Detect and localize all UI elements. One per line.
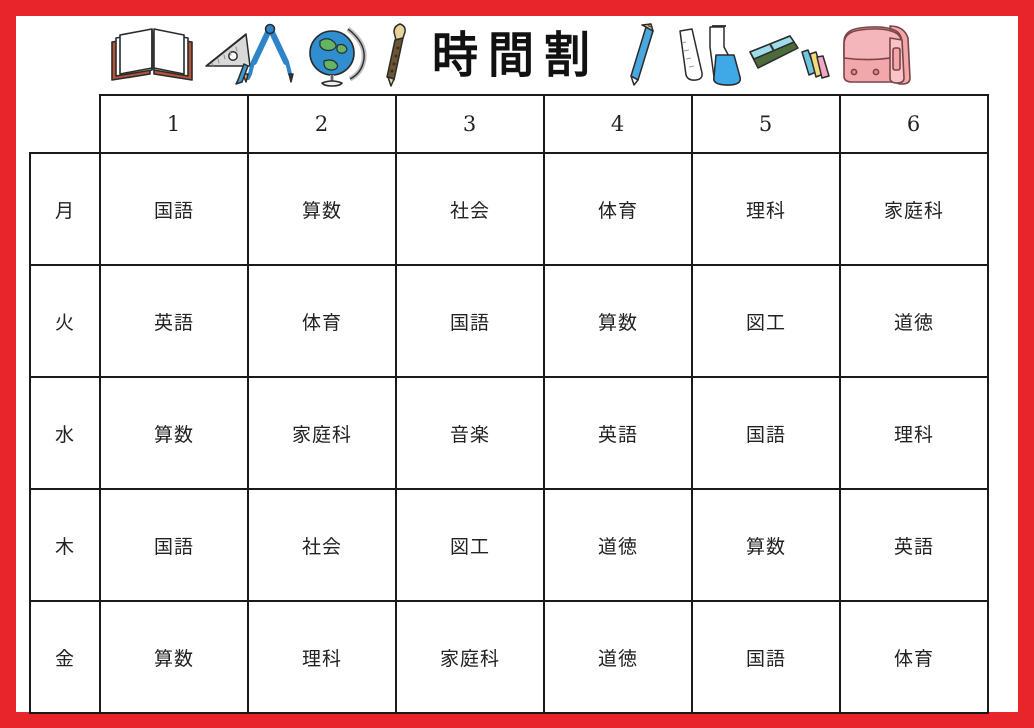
timetable-sheet: 時間割 1 2 3 4 5 6 月 国語 算数 社会 体育 理科 家庭科 火 英…: [16, 16, 1018, 714]
pencil-case-icon: [749, 35, 830, 79]
ruler-compass-icon: [205, 23, 294, 85]
cell-mon-5: 理科: [691, 152, 841, 266]
table-row: 木 国語 社会 図工 道徳 算数 英語: [29, 488, 989, 602]
table-row: 水 算数 家庭科 音楽 英語 国語 理科: [29, 376, 989, 490]
cell-thu-4: 道徳: [543, 488, 693, 602]
cell-thu-2: 社会: [247, 488, 397, 602]
cell-wed-4: 英語: [543, 376, 693, 490]
cell-mon-6: 家庭科: [839, 152, 989, 266]
period-header-4: 4: [543, 94, 693, 154]
header-band: 時間割: [16, 16, 1018, 94]
cell-tue-3: 国語: [395, 264, 545, 378]
cell-wed-6: 理科: [839, 376, 989, 490]
cell-wed-3: 音楽: [395, 376, 545, 490]
day-label-fri: 金: [29, 600, 101, 714]
page-title: 時間割: [432, 26, 600, 84]
period-header-5: 5: [691, 94, 841, 154]
cell-wed-2: 家庭科: [247, 376, 397, 490]
day-label-wed: 水: [29, 376, 101, 490]
cell-tue-1: 英語: [99, 264, 249, 378]
cell-mon-1: 国語: [99, 152, 249, 266]
recorder-icon: [386, 23, 406, 87]
period-header-2: 2: [247, 94, 397, 154]
period-header-1: 1: [99, 94, 249, 154]
table-corner-cell: [30, 95, 100, 153]
cell-tue-6: 道徳: [839, 264, 989, 378]
open-book-icon: [111, 28, 193, 81]
pencil-icon: [630, 23, 654, 86]
cell-tue-4: 算数: [543, 264, 693, 378]
day-label-tue: 火: [29, 264, 101, 378]
cell-fri-3: 家庭科: [395, 600, 545, 714]
cell-thu-3: 図工: [395, 488, 545, 602]
cell-mon-2: 算数: [247, 152, 397, 266]
timetable-grid: 1 2 3 4 5 6 月 国語 算数 社会 体育 理科 家庭科 火 英語 体育…: [29, 94, 989, 714]
day-label-thu: 木: [29, 488, 101, 602]
table-row: 月 国語 算数 社会 体育 理科 家庭科: [29, 152, 989, 266]
cell-wed-1: 算数: [99, 376, 249, 490]
backpack-icon: [843, 25, 911, 85]
globe-icon: [309, 27, 367, 87]
cell-fri-2: 理科: [247, 600, 397, 714]
day-label-mon: 月: [29, 152, 101, 266]
cell-fri-1: 算数: [99, 600, 249, 714]
cell-thu-5: 算数: [691, 488, 841, 602]
cell-mon-4: 体育: [543, 152, 693, 266]
table-row: 火 英語 体育 国語 算数 図工 道徳: [29, 264, 989, 378]
cell-fri-4: 道徳: [543, 600, 693, 714]
page-frame: 時間割 1 2 3 4 5 6 月 国語 算数 社会 体育 理科 家庭科 火 英…: [0, 0, 1034, 728]
flask-icon: [679, 25, 741, 86]
cell-thu-6: 英語: [839, 488, 989, 602]
cell-thu-1: 国語: [99, 488, 249, 602]
period-header-3: 3: [395, 94, 545, 154]
cell-mon-3: 社会: [395, 152, 545, 266]
cell-fri-6: 体育: [839, 600, 989, 714]
table-row: 金 算数 理科 家庭科 道徳 国語 体育: [29, 600, 989, 714]
cell-tue-5: 図工: [691, 264, 841, 378]
cell-fri-5: 国語: [691, 600, 841, 714]
cell-tue-2: 体育: [247, 264, 397, 378]
period-header-row: 1 2 3 4 5 6: [30, 94, 989, 154]
cell-wed-5: 国語: [691, 376, 841, 490]
period-header-6: 6: [839, 94, 989, 154]
